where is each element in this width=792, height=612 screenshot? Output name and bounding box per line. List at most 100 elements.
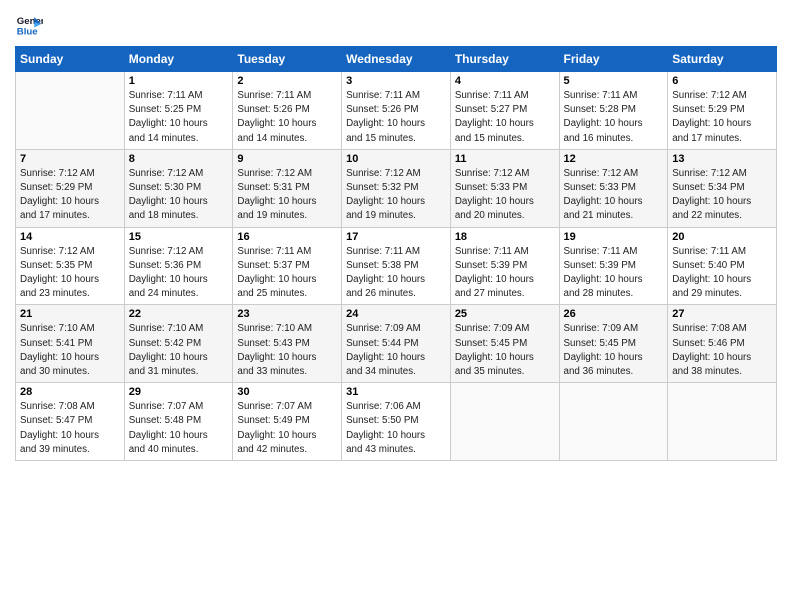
day-cell: 18Sunrise: 7:11 AM Sunset: 5:39 PM Dayli… (450, 227, 559, 305)
day-info: Sunrise: 7:07 AM Sunset: 5:49 PM Dayligh… (237, 400, 337, 457)
day-info: Sunrise: 7:11 AM Sunset: 5:25 PM Dayligh… (129, 89, 229, 146)
day-cell: 8 Sunrise: 7:12 AM Sunset: 5:30 PM Daylig… (124, 149, 233, 227)
day-cell: 19 Sunrise: 7:11 AM Sunset: 5:39 PM Dayli… (559, 227, 668, 305)
day-cell: 15 Sunrise: 7:12 AM Sunset: 5:36 PM Dayli… (124, 227, 233, 305)
day-info: Sunrise: 7:08 AM Sunset: 5:47 PM Dayligh… (20, 400, 120, 457)
day-cell: 29 Sunrise: 7:07 AM Sunset: 5:48 PM Dayli… (124, 383, 233, 461)
day-cell: 27Sunrise: 7:08 AM Sunset: 5:46 PM Dayli… (668, 305, 777, 383)
week-row-1: 1 Sunrise: 7:11 AM Sunset: 5:25 PM Daylig… (16, 72, 777, 150)
day-info: Sunrise: 7:11 AM Sunset: 5:27 PM Dayligh… (455, 89, 555, 146)
day-number: 25 (455, 308, 555, 320)
day-number: 5 (564, 75, 664, 87)
day-info: Sunrise: 7:10 AM Sunset: 5:42 PM Dayligh… (129, 322, 229, 379)
day-info: Sunrise: 7:07 AM Sunset: 5:48 PM Dayligh… (129, 400, 229, 457)
day-number: 23 (237, 308, 337, 320)
header-saturday: Saturday (668, 47, 777, 72)
day-cell: 28 Sunrise: 7:08 AM Sunset: 5:47 PM Dayli… (16, 383, 125, 461)
day-cell: 7 Sunrise: 7:12 AM Sunset: 5:29 PM Daylig… (16, 149, 125, 227)
day-info: Sunrise: 7:12 AM Sunset: 5:33 PM Dayligh… (455, 167, 555, 224)
day-number: 3 (346, 75, 446, 87)
day-number: 13 (672, 153, 772, 165)
header-tuesday: Tuesday (233, 47, 342, 72)
page-container: General Blue SundayMondayTuesdayWednesda… (0, 0, 792, 471)
day-number: 4 (455, 75, 555, 87)
day-number: 30 (237, 386, 337, 398)
header-monday: Monday (124, 47, 233, 72)
day-cell: 4 Sunrise: 7:11 AM Sunset: 5:27 PM Daylig… (450, 72, 559, 150)
header-sunday: Sunday (16, 47, 125, 72)
day-number: 31 (346, 386, 446, 398)
day-number: 20 (672, 231, 772, 243)
day-info: Sunrise: 7:12 AM Sunset: 5:32 PM Dayligh… (346, 167, 446, 224)
logo-icon: General Blue (15, 10, 43, 38)
header-friday: Friday (559, 47, 668, 72)
header-thursday: Thursday (450, 47, 559, 72)
day-number: 26 (564, 308, 664, 320)
day-info: Sunrise: 7:12 AM Sunset: 5:34 PM Dayligh… (672, 167, 772, 224)
week-row-2: 7 Sunrise: 7:12 AM Sunset: 5:29 PM Daylig… (16, 149, 777, 227)
day-number: 15 (129, 231, 229, 243)
day-cell (16, 72, 125, 150)
day-info: Sunrise: 7:11 AM Sunset: 5:26 PM Dayligh… (237, 89, 337, 146)
day-info: Sunrise: 7:12 AM Sunset: 5:30 PM Dayligh… (129, 167, 229, 224)
day-info: Sunrise: 7:09 AM Sunset: 5:45 PM Dayligh… (564, 322, 664, 379)
day-info: Sunrise: 7:06 AM Sunset: 5:50 PM Dayligh… (346, 400, 446, 457)
day-cell (668, 383, 777, 461)
day-cell: 25 Sunrise: 7:09 AM Sunset: 5:45 PM Dayli… (450, 305, 559, 383)
day-info: Sunrise: 7:09 AM Sunset: 5:45 PM Dayligh… (455, 322, 555, 379)
day-cell: 20Sunrise: 7:11 AM Sunset: 5:40 PM Dayli… (668, 227, 777, 305)
day-info: Sunrise: 7:11 AM Sunset: 5:26 PM Dayligh… (346, 89, 446, 146)
day-number: 17 (346, 231, 446, 243)
header-wednesday: Wednesday (342, 47, 451, 72)
day-number: 1 (129, 75, 229, 87)
day-info: Sunrise: 7:10 AM Sunset: 5:41 PM Dayligh… (20, 322, 120, 379)
day-cell: 11Sunrise: 7:12 AM Sunset: 5:33 PM Dayli… (450, 149, 559, 227)
day-cell: 14Sunrise: 7:12 AM Sunset: 5:35 PM Dayli… (16, 227, 125, 305)
day-number: 27 (672, 308, 772, 320)
day-cell: 5 Sunrise: 7:11 AM Sunset: 5:28 PM Daylig… (559, 72, 668, 150)
day-cell: 23 Sunrise: 7:10 AM Sunset: 5:43 PM Dayli… (233, 305, 342, 383)
day-number: 24 (346, 308, 446, 320)
day-cell: 9 Sunrise: 7:12 AM Sunset: 5:31 PM Daylig… (233, 149, 342, 227)
day-info: Sunrise: 7:11 AM Sunset: 5:37 PM Dayligh… (237, 245, 337, 302)
day-number: 6 (672, 75, 772, 87)
day-number: 19 (564, 231, 664, 243)
day-number: 10 (346, 153, 446, 165)
day-info: Sunrise: 7:12 AM Sunset: 5:31 PM Dayligh… (237, 167, 337, 224)
day-cell: 2Sunrise: 7:11 AM Sunset: 5:26 PM Daylig… (233, 72, 342, 150)
day-number: 14 (20, 231, 120, 243)
day-cell (450, 383, 559, 461)
day-number: 29 (129, 386, 229, 398)
day-number: 7 (20, 153, 120, 165)
day-info: Sunrise: 7:11 AM Sunset: 5:28 PM Dayligh… (564, 89, 664, 146)
day-cell: 31 Sunrise: 7:06 AM Sunset: 5:50 PM Dayli… (342, 383, 451, 461)
week-row-3: 14Sunrise: 7:12 AM Sunset: 5:35 PM Dayli… (16, 227, 777, 305)
day-info: Sunrise: 7:12 AM Sunset: 5:33 PM Dayligh… (564, 167, 664, 224)
day-cell: 16Sunrise: 7:11 AM Sunset: 5:37 PM Dayli… (233, 227, 342, 305)
day-number: 28 (20, 386, 120, 398)
day-number: 8 (129, 153, 229, 165)
day-info: Sunrise: 7:12 AM Sunset: 5:36 PM Dayligh… (129, 245, 229, 302)
day-number: 21 (20, 308, 120, 320)
day-cell: 24 Sunrise: 7:09 AM Sunset: 5:44 PM Dayli… (342, 305, 451, 383)
calendar-table: SundayMondayTuesdayWednesdayThursdayFrid… (15, 46, 777, 461)
day-cell: 13 Sunrise: 7:12 AM Sunset: 5:34 PM Dayli… (668, 149, 777, 227)
svg-text:Blue: Blue (17, 27, 38, 38)
day-cell: 12 Sunrise: 7:12 AM Sunset: 5:33 PM Dayli… (559, 149, 668, 227)
day-info: Sunrise: 7:11 AM Sunset: 5:38 PM Dayligh… (346, 245, 446, 302)
day-cell: 3 Sunrise: 7:11 AM Sunset: 5:26 PM Daylig… (342, 72, 451, 150)
day-info: Sunrise: 7:12 AM Sunset: 5:29 PM Dayligh… (20, 167, 120, 224)
week-row-5: 28 Sunrise: 7:08 AM Sunset: 5:47 PM Dayli… (16, 383, 777, 461)
day-info: Sunrise: 7:11 AM Sunset: 5:39 PM Dayligh… (455, 245, 555, 302)
day-number: 12 (564, 153, 664, 165)
day-info: Sunrise: 7:09 AM Sunset: 5:44 PM Dayligh… (346, 322, 446, 379)
day-cell: 17 Sunrise: 7:11 AM Sunset: 5:38 PM Dayli… (342, 227, 451, 305)
week-row-4: 21 Sunrise: 7:10 AM Sunset: 5:41 PM Dayli… (16, 305, 777, 383)
day-cell: 10 Sunrise: 7:12 AM Sunset: 5:32 PM Dayli… (342, 149, 451, 227)
day-info: Sunrise: 7:11 AM Sunset: 5:39 PM Dayligh… (564, 245, 664, 302)
day-number: 22 (129, 308, 229, 320)
day-cell: 6Sunrise: 7:12 AM Sunset: 5:29 PM Daylig… (668, 72, 777, 150)
day-info: Sunrise: 7:10 AM Sunset: 5:43 PM Dayligh… (237, 322, 337, 379)
day-cell: 22 Sunrise: 7:10 AM Sunset: 5:42 PM Dayli… (124, 305, 233, 383)
day-number: 9 (237, 153, 337, 165)
